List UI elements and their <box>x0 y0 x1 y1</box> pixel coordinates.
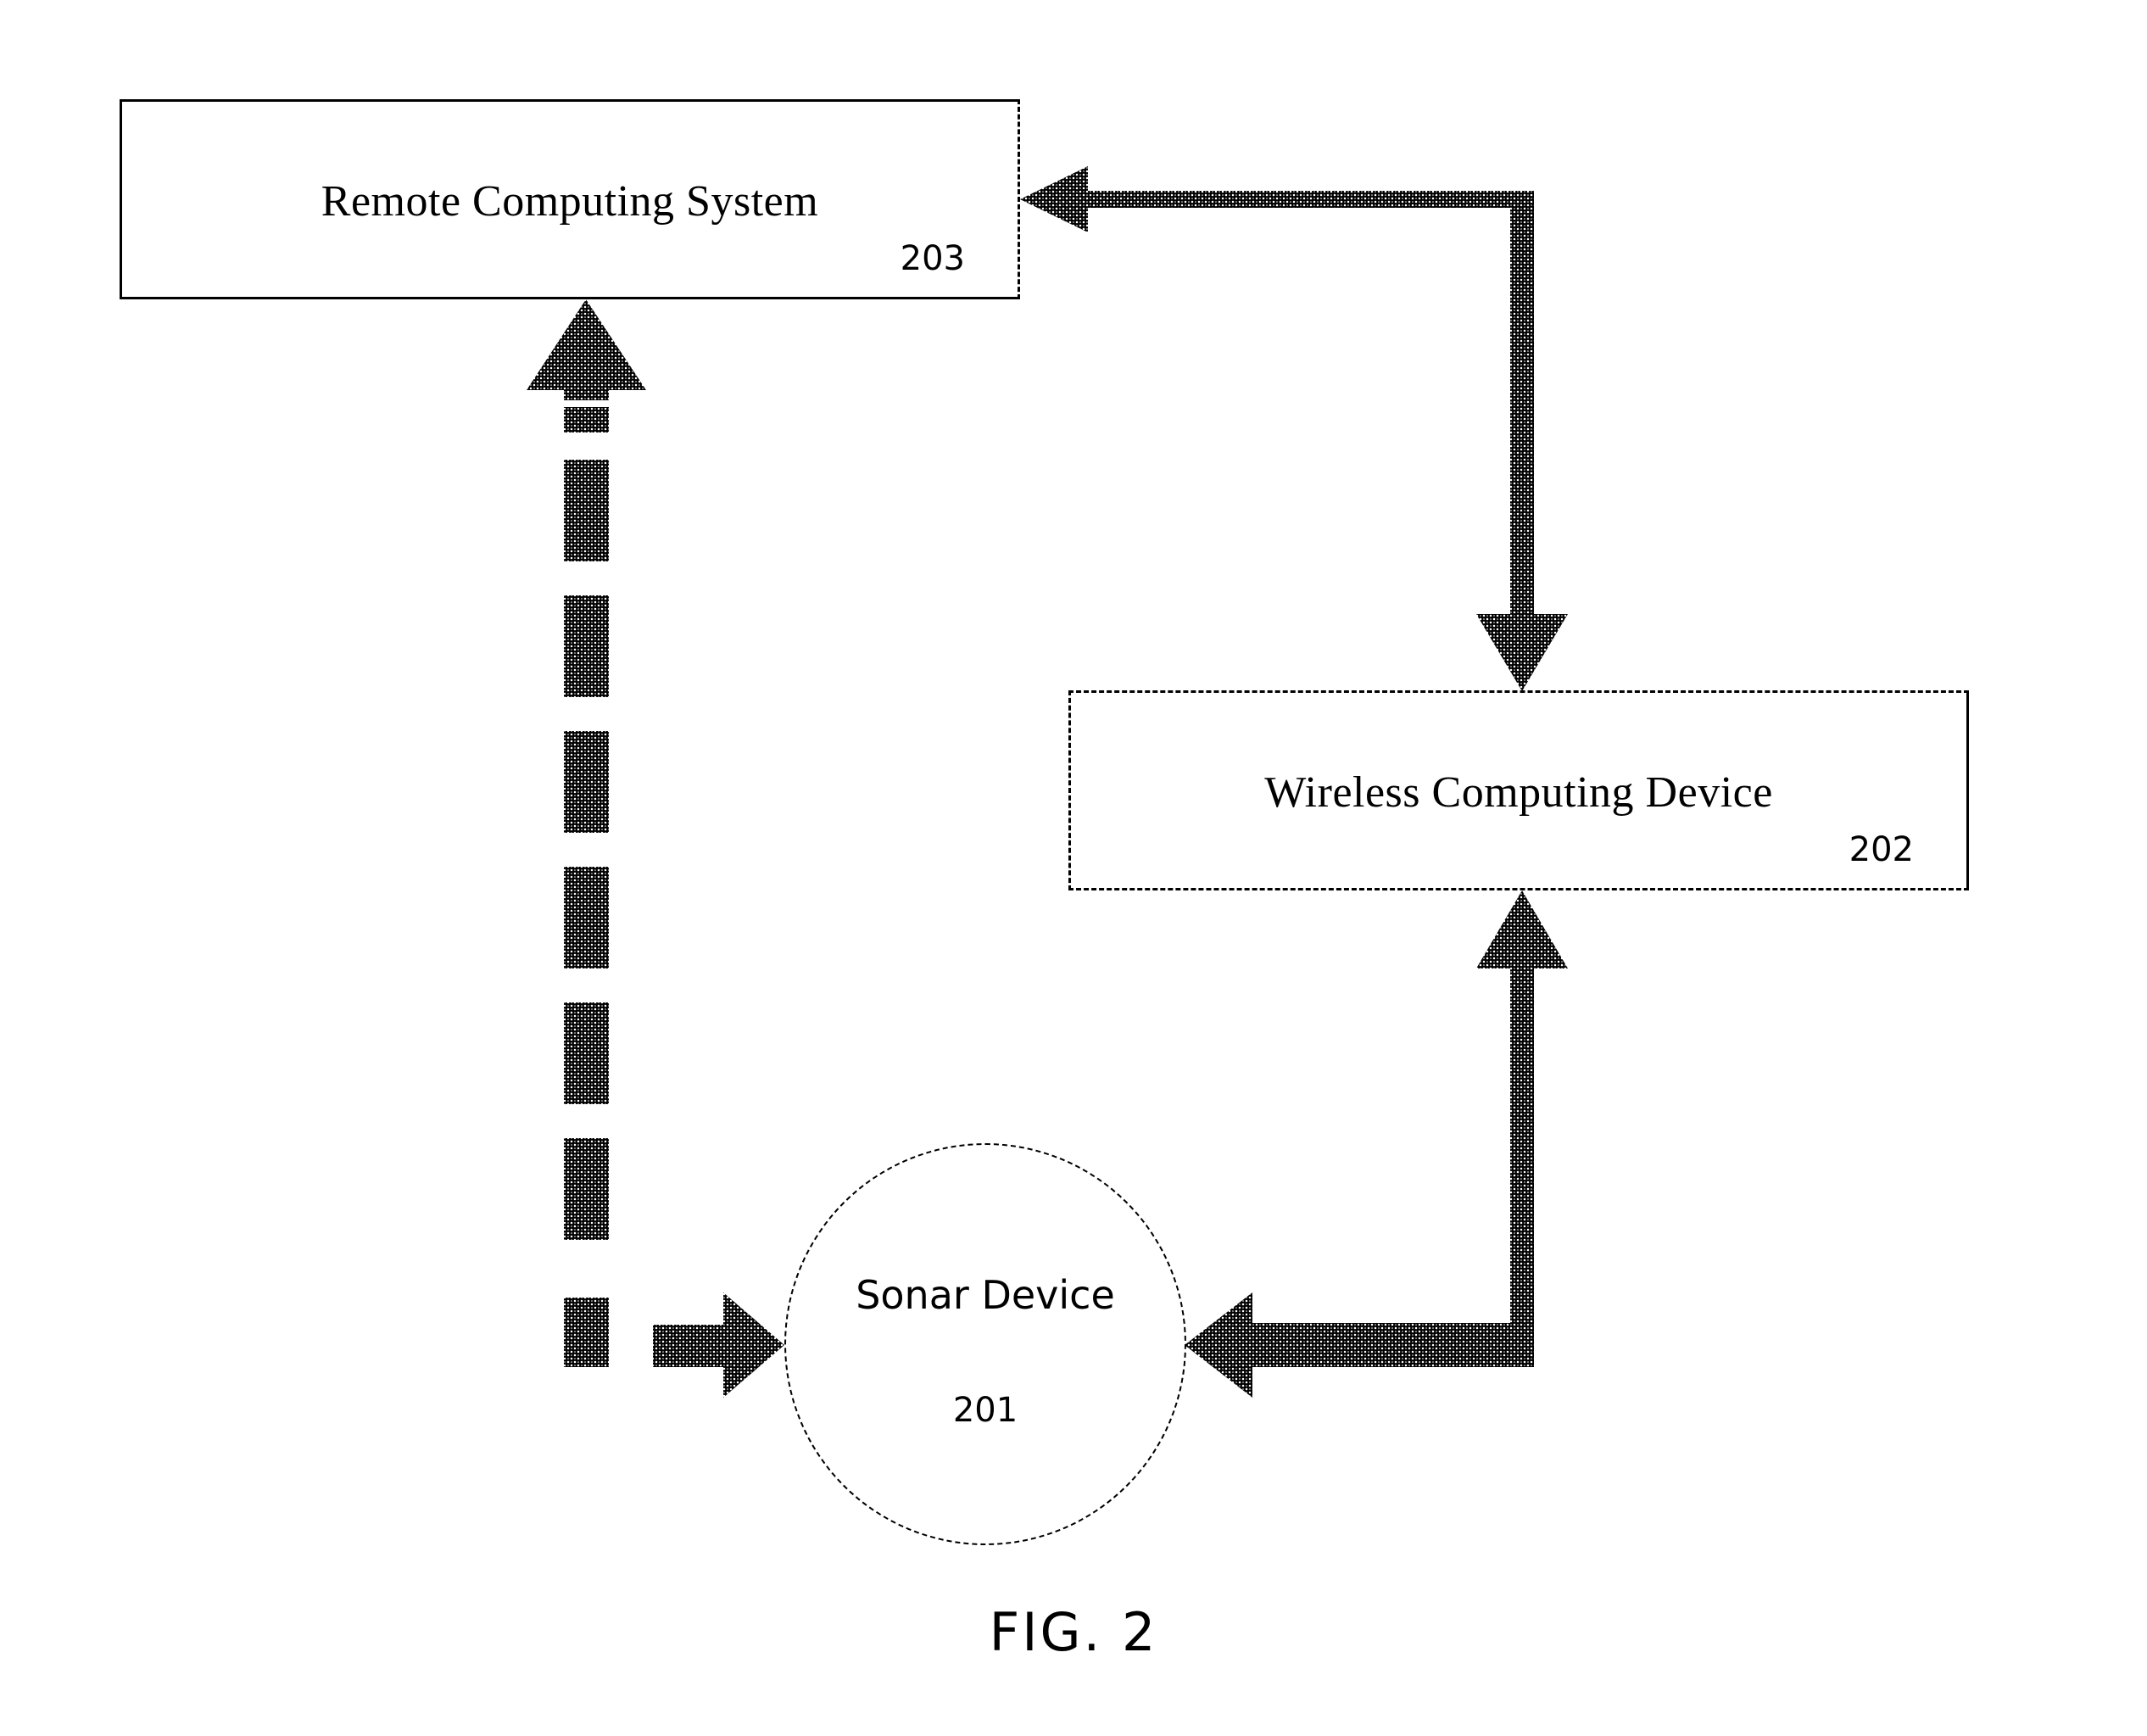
connector-wireless-to-remote <box>1020 166 1534 424</box>
patent-figure: Remote Computing System 203 Wireless Com… <box>0 0 2147 1736</box>
connector-wireless-to-sonar <box>1185 1292 1534 1398</box>
wireless-computing-device-title: Wireless Computing Device <box>1264 768 1773 817</box>
remote-computing-system-ref-number: 203 <box>900 239 965 278</box>
wireless-computing-device-box[interactable]: Wireless Computing Device 202 <box>1068 690 1969 890</box>
remote-computing-system-title: Remote Computing System <box>321 177 819 226</box>
remote-computing-system-box[interactable]: Remote Computing System 203 <box>120 99 1020 299</box>
connector-sonar-to-wireless <box>1476 890 1568 1345</box>
connector-remote-to-wireless <box>1476 424 1568 691</box>
wireless-computing-device-ref-number: 202 <box>1849 830 1914 869</box>
sonar-device-ref-number: 201 <box>952 1391 1018 1430</box>
figure-caption: FIG. 2 <box>989 1601 1158 1663</box>
connector-sonar-to-remote <box>527 299 784 1398</box>
sonar-device-circle[interactable]: Sonar Device 201 <box>784 1143 1186 1545</box>
sonar-device-label: Sonar Device <box>856 1272 1115 1318</box>
